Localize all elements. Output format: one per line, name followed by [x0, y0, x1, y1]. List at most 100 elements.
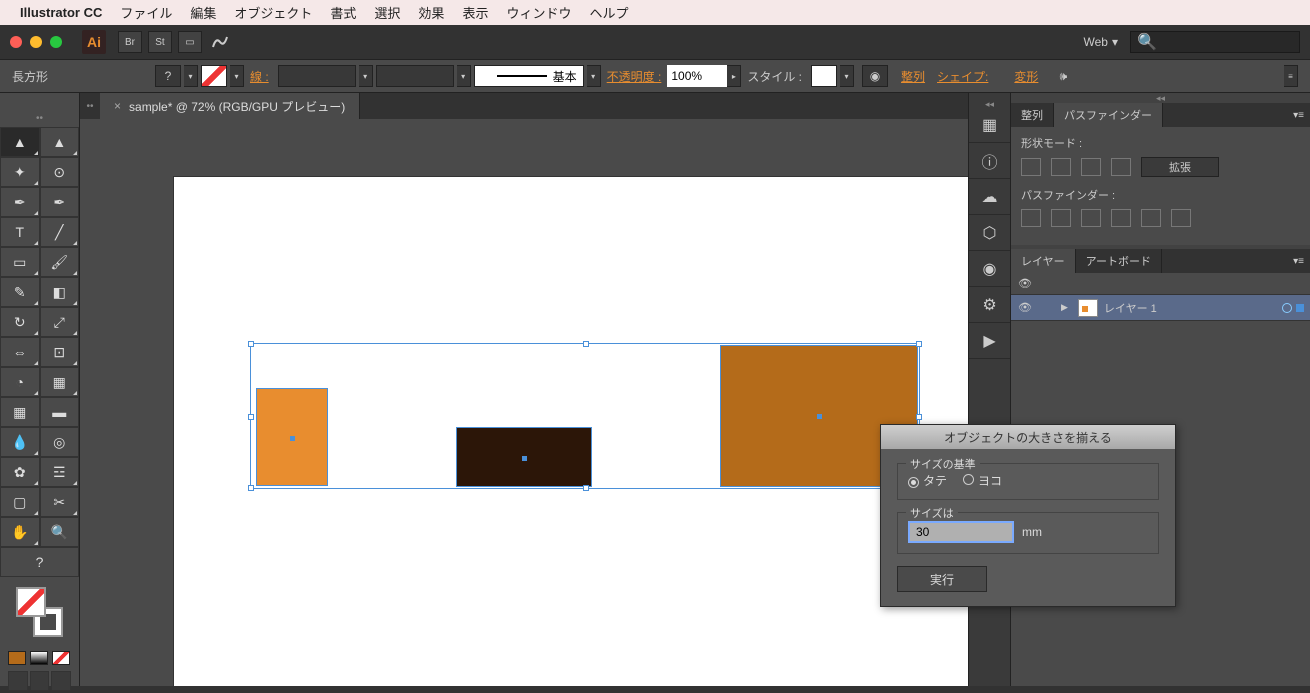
- unknown-tool[interactable]: ?: [0, 547, 79, 577]
- magic-wand-tool[interactable]: ✦: [0, 157, 40, 187]
- stroke-swatch[interactable]: [201, 65, 227, 87]
- draw-normal[interactable]: [8, 671, 28, 691]
- layers-menu-icon[interactable]: ▾≡: [1287, 249, 1310, 273]
- gpu-button[interactable]: [208, 31, 232, 53]
- menu-window[interactable]: ウィンドウ: [506, 3, 571, 22]
- shaper-tool[interactable]: ✎: [0, 277, 40, 307]
- stroke-dropdown[interactable]: ▾: [230, 65, 244, 87]
- width-tool[interactable]: ⇔: [0, 337, 40, 367]
- graph-tool[interactable]: ☲: [40, 457, 80, 487]
- rotate-tool[interactable]: ↻: [0, 307, 40, 337]
- pen-tool[interactable]: ✒: [0, 187, 40, 217]
- draw-behind[interactable]: [30, 671, 50, 691]
- radio-horizontal[interactable]: ヨコ: [963, 472, 1002, 489]
- type-tool[interactable]: T: [0, 217, 40, 247]
- free-transform-tool[interactable]: ⊡: [40, 337, 80, 367]
- brush-def[interactable]: 基本: [474, 65, 584, 87]
- menu-select[interactable]: 選択: [374, 3, 400, 22]
- align-label[interactable]: 整列: [901, 68, 925, 85]
- merge-button[interactable]: [1081, 209, 1101, 227]
- trim-button[interactable]: [1051, 209, 1071, 227]
- draw-inside[interactable]: [51, 671, 71, 691]
- intersect-button[interactable]: [1081, 158, 1101, 176]
- opacity-input[interactable]: 100%: [667, 65, 727, 87]
- stroke-label[interactable]: 線 :: [250, 68, 269, 85]
- resize-dialog[interactable]: オブジェクトの大きさを揃える サイズの基準 タテ ヨコ サイズは 30 mm 実…: [880, 424, 1176, 607]
- menu-view[interactable]: 表示: [462, 3, 488, 22]
- outline-button[interactable]: [1141, 209, 1161, 227]
- stock-button[interactable]: St: [148, 31, 172, 53]
- stroke-weight[interactable]: [278, 65, 356, 87]
- dock-grip[interactable]: ◂◂: [969, 99, 1010, 107]
- layer-visibility-toggle[interactable]: 👁: [1011, 301, 1039, 314]
- artboard-tool[interactable]: ▢: [0, 487, 40, 517]
- toolbox-grip[interactable]: ••: [0, 113, 79, 123]
- fill-stroke-control[interactable]: [10, 585, 69, 639]
- eraser-tool[interactable]: ◧: [40, 277, 80, 307]
- curvature-tool[interactable]: ✒: [40, 187, 80, 217]
- expand-layer-icon[interactable]: ▶: [1061, 302, 1068, 313]
- fill-dropdown[interactable]: ▾: [184, 65, 198, 87]
- canvas[interactable]: [80, 119, 968, 686]
- scale-tool[interactable]: ⤢: [40, 307, 80, 337]
- rectangle-tool[interactable]: ▭: [0, 247, 40, 277]
- shape-label[interactable]: シェイプ:: [937, 68, 988, 85]
- transform-label[interactable]: 変形: [1014, 68, 1038, 85]
- radio-vertical[interactable]: タテ: [908, 472, 947, 489]
- close-button[interactable]: [10, 36, 22, 48]
- links-icon[interactable]: ⬡: [969, 215, 1010, 251]
- info-icon[interactable]: ⓘ: [969, 143, 1010, 179]
- unite-button[interactable]: [1021, 158, 1041, 176]
- selection-tool[interactable]: ▲: [0, 127, 40, 157]
- gradient-tool[interactable]: ▬: [40, 397, 80, 427]
- slice-tool[interactable]: ✂: [40, 487, 80, 517]
- control-menu[interactable]: ≡: [1284, 65, 1298, 87]
- color-icon[interactable]: ◉: [969, 251, 1010, 287]
- eyedropper-tool[interactable]: 💧: [0, 427, 40, 457]
- menu-edit[interactable]: 編集: [190, 3, 216, 22]
- app-name[interactable]: Illustrator CC: [20, 5, 102, 20]
- dialog-title[interactable]: オブジェクトの大きさを揃える: [881, 425, 1175, 449]
- graphic-style[interactable]: [811, 65, 837, 87]
- size-input[interactable]: 30: [908, 521, 1014, 543]
- bridge-button[interactable]: Br: [118, 31, 142, 53]
- hand-tool[interactable]: ✋: [0, 517, 40, 547]
- menu-effect[interactable]: 効果: [418, 3, 444, 22]
- exclude-button[interactable]: [1111, 158, 1131, 176]
- zoom-tool[interactable]: 🔍: [40, 517, 80, 547]
- fill-color[interactable]: [16, 587, 46, 617]
- play-icon[interactable]: ▶: [969, 323, 1010, 359]
- paintbrush-tool[interactable]: 🖌: [40, 247, 80, 277]
- maximize-button[interactable]: [50, 36, 62, 48]
- expand-button[interactable]: 拡張: [1141, 157, 1219, 177]
- search-input[interactable]: 🔍: [1130, 31, 1300, 53]
- divide-button[interactable]: [1021, 209, 1041, 227]
- fill-swatch[interactable]: ?: [155, 65, 181, 87]
- isolate-button[interactable]: 🕪: [1050, 65, 1076, 87]
- perspective-tool[interactable]: ▦: [40, 367, 80, 397]
- document-tab[interactable]: × sample* @ 72% (RGB/GPU プレビュー): [100, 93, 360, 119]
- target-icon[interactable]: [1282, 303, 1292, 313]
- none-swatch[interactable]: [52, 651, 70, 665]
- tab-grip[interactable]: ••: [80, 101, 100, 112]
- actions-icon[interactable]: ⚙: [969, 287, 1010, 323]
- menu-type[interactable]: 書式: [330, 3, 356, 22]
- recolor-button[interactable]: ◉: [862, 65, 888, 87]
- opacity-label[interactable]: 不透明度 :: [607, 68, 662, 85]
- shape-builder-tool[interactable]: ◔: [0, 367, 40, 397]
- minus-front-button[interactable]: [1051, 158, 1071, 176]
- tab-align[interactable]: 整列: [1011, 103, 1054, 127]
- line-tool[interactable]: ╱: [40, 217, 80, 247]
- menu-object[interactable]: オブジェクト: [234, 3, 312, 22]
- tab-artboards[interactable]: アートボード: [1076, 249, 1162, 273]
- minus-back-button[interactable]: [1171, 209, 1191, 227]
- workspace-switcher[interactable]: Web ▾: [1084, 35, 1119, 49]
- tab-layers[interactable]: レイヤー: [1011, 249, 1076, 273]
- lasso-tool[interactable]: ⊙: [40, 157, 80, 187]
- close-tab-icon[interactable]: ×: [114, 99, 121, 113]
- panel-grip[interactable]: ◂◂: [1011, 93, 1310, 103]
- crop-button[interactable]: [1111, 209, 1131, 227]
- menu-help[interactable]: ヘルプ: [589, 3, 628, 22]
- menu-file[interactable]: ファイル: [120, 3, 172, 22]
- panel-menu-icon[interactable]: ▾≡: [1287, 103, 1310, 127]
